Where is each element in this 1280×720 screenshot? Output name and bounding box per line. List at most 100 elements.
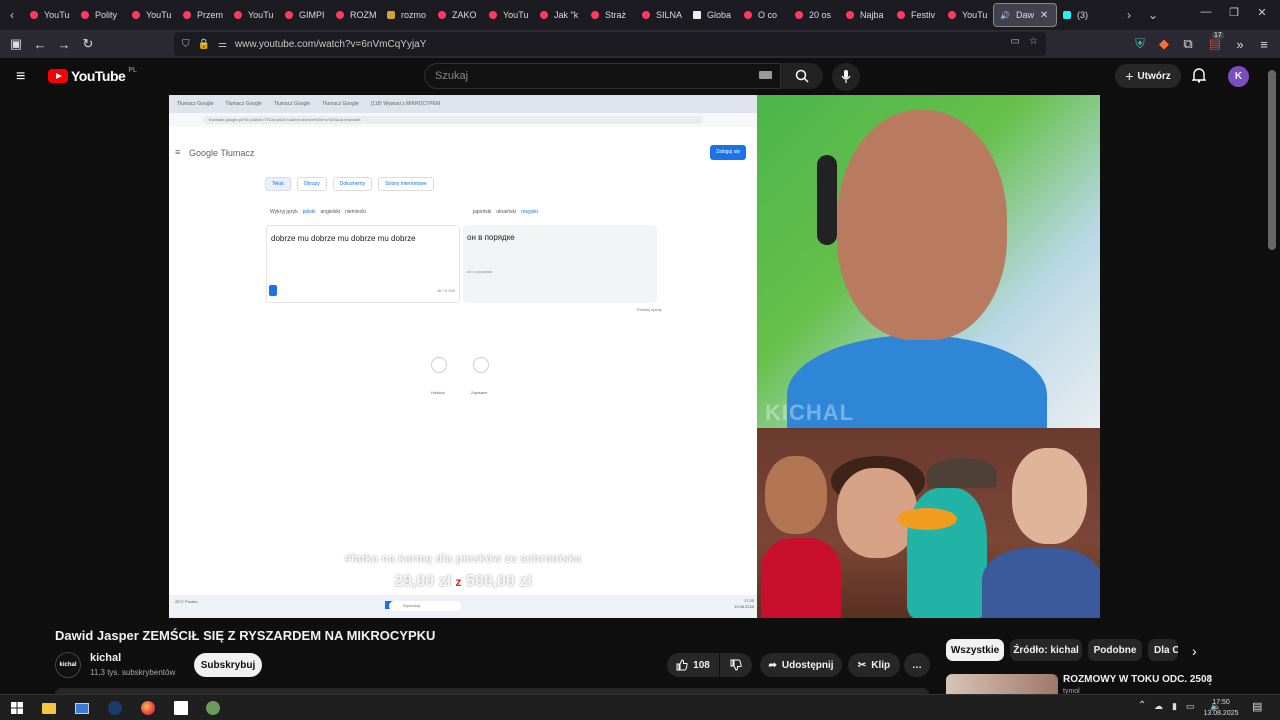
recommendation-thumbnail[interactable] [946, 674, 1058, 694]
clip-button[interactable]: ✂ Klip [848, 653, 900, 677]
tab-label: YouTu [44, 10, 70, 20]
usb-icon[interactable]: ▮ [1172, 701, 1177, 712]
tab-active[interactable]: 🔊 Daw ✕ [993, 3, 1057, 27]
browser-tab[interactable]: ROZM [330, 3, 381, 27]
browser-tab[interactable]: 20 os [789, 3, 840, 27]
share-icon: ➦ [768, 659, 777, 671]
channel-avatar[interactable]: kichal [55, 652, 81, 678]
reload-icon[interactable]: ↻ [76, 32, 100, 56]
bookmark-star-icon[interactable]: ☆ [1029, 36, 1038, 47]
app-window-icon[interactable] [172, 699, 190, 717]
sidebar-toggle-icon[interactable]: ▣ [4, 32, 28, 56]
browser-tab[interactable]: Globa [687, 3, 738, 27]
browser-tab[interactable]: SILNA [636, 3, 687, 27]
youtube-icon [846, 11, 854, 19]
chip-label: Wszystkie [950, 644, 1000, 656]
screen-url: translate.google.pl/?hl=pl&tab=TT&sl=pl&… [203, 116, 703, 124]
browser-tab[interactable]: GIMPI [279, 3, 330, 27]
shield-extension-icon[interactable]: ⛨ [1128, 32, 1152, 56]
browser-tab[interactable]: Straż [585, 3, 636, 27]
subscribe-button[interactable]: Subskrybuj [194, 653, 262, 677]
onedrive-icon[interactable]: ☁ [1154, 701, 1163, 712]
create-button[interactable]: + Utwórz [1115, 64, 1181, 88]
browser-tab[interactable]: YouTu [24, 3, 75, 27]
close-tab-icon[interactable]: ✕ [1040, 10, 1048, 21]
voice-search-button[interactable] [832, 63, 860, 91]
browser-tab[interactable]: O co [738, 3, 789, 27]
browser-tab[interactable]: Polity [75, 3, 126, 27]
pip-icon[interactable]: ▭ [1011, 36, 1020, 47]
browser-tab[interactable]: ZAKO [432, 3, 483, 27]
back-icon[interactable]: ← [28, 32, 52, 56]
search-input[interactable]: Szukaj [424, 63, 781, 89]
more-actions-button[interactable]: … [904, 653, 930, 677]
like-button[interactable]: 108 [667, 653, 719, 677]
notifications-bell-icon[interactable] [1192, 67, 1206, 83]
extensions-icon[interactable]: ⧉ [1176, 32, 1200, 56]
chip-for-you[interactable]: Dla Ci [1148, 639, 1178, 661]
amount-separator: z [455, 575, 462, 589]
overflow-chevrons-icon[interactable]: » [1228, 32, 1252, 56]
network-app-icon[interactable] [204, 699, 222, 717]
close-window-icon[interactable]: ✕ [1252, 6, 1272, 19]
recommendation-menu-icon[interactable]: ⋮ [1204, 673, 1216, 687]
youtube-icon [81, 11, 89, 19]
browser-tab[interactable]: Najba [840, 3, 891, 27]
youtube-icon [30, 11, 38, 19]
chips-next-icon[interactable]: › [1192, 643, 1197, 659]
clip-label: Klip [871, 659, 891, 671]
page-scrollbar[interactable] [1268, 70, 1276, 250]
firefox-icon[interactable] [139, 699, 157, 717]
youtube-icon [642, 11, 650, 19]
tabs-scroll-left-icon[interactable]: ‹ [0, 8, 24, 22]
browser-tab[interactable]: YouTu [483, 3, 534, 27]
video-title: Dawid Jasper ZEMŚCIŁ SIĘ Z RYSZARDEM NA … [55, 628, 436, 643]
channel-name[interactable]: kichal [90, 652, 121, 664]
tab-label: Globa [707, 10, 732, 20]
steam-icon[interactable] [106, 699, 124, 717]
hamburger-menu-icon[interactable]: ≡ [16, 68, 25, 86]
address-bar[interactable]: ⛉ 🔒 ⚌ www.youtube.com/watch?v=6nVmCqYyja… [174, 32, 1046, 56]
tab-tiktok[interactable]: (3) [1057, 3, 1117, 27]
recommendation-title[interactable]: ROZMOWY W TOKU ODC. 2508 [1063, 674, 1212, 685]
browser-tab[interactable]: YouTu [126, 3, 177, 27]
share-button[interactable]: ➦ Udostępnij [760, 653, 842, 677]
meme-person-body [761, 538, 841, 618]
chip-source[interactable]: Źródło: kichal [1010, 639, 1082, 661]
browser-navbar: ▣ ← → ↻ ⛉ 🔒 ⚌ www.youtube.com/watch?v=6n… [0, 30, 1280, 58]
tab-list-dropdown-icon[interactable]: ⌄ [1141, 8, 1165, 22]
meme-person-face [1012, 448, 1087, 544]
browser-tab[interactable]: Jak "k [534, 3, 585, 27]
browser-tab[interactable]: YouTu [228, 3, 279, 27]
video-player[interactable]: Tłumacz Google Tłumacz Google Tłumacz Go… [169, 95, 1100, 618]
chip-related[interactable]: Podobne [1088, 639, 1142, 661]
tray-chevron-icon[interactable]: ⌃ [1138, 700, 1146, 711]
file-explorer-icon[interactable] [40, 699, 58, 717]
youtube-logo[interactable]: YouTube PL [48, 67, 137, 84]
dislike-button[interactable] [720, 653, 752, 677]
menu-icon[interactable]: ≡ [1252, 32, 1276, 56]
monitor-app-icon[interactable] [73, 699, 91, 717]
browser-tab[interactable]: Przem [177, 3, 228, 27]
chip-all[interactable]: Wszystkie [946, 639, 1004, 661]
account-avatar[interactable]: K [1228, 66, 1249, 87]
forward-icon[interactable]: → [52, 32, 76, 56]
permissions-icon: ⚌ [217, 38, 227, 50]
minimize-icon[interactable]: — [1196, 6, 1216, 18]
system-clock[interactable]: 17:50 13.08.2025 [1198, 697, 1244, 719]
browser-tab[interactable]: Festiv [891, 3, 942, 27]
tabs-scroll-right-icon[interactable]: › [1117, 8, 1141, 22]
search-button[interactable] [781, 63, 823, 89]
browser-tab[interactable]: YouTu [942, 3, 993, 27]
system-time: 17:50 [1212, 699, 1230, 706]
fox-extension-icon[interactable]: ◆ [1152, 32, 1176, 56]
restore-icon[interactable]: ❐ [1224, 6, 1244, 19]
keyboard-icon[interactable] [759, 71, 772, 79]
windows-start-icon[interactable] [8, 699, 26, 717]
subscriber-count: 11,3 tys. subskrybentów [90, 668, 176, 677]
notifications-icon[interactable]: ▤ [1252, 700, 1262, 713]
translation-box: он в порядке on v poryadke [463, 225, 657, 303]
network-icon[interactable]: ▭ [1186, 701, 1195, 712]
screen-login-button: Zaloguj się [710, 145, 746, 160]
browser-tab[interactable]: rozmo [381, 3, 432, 27]
